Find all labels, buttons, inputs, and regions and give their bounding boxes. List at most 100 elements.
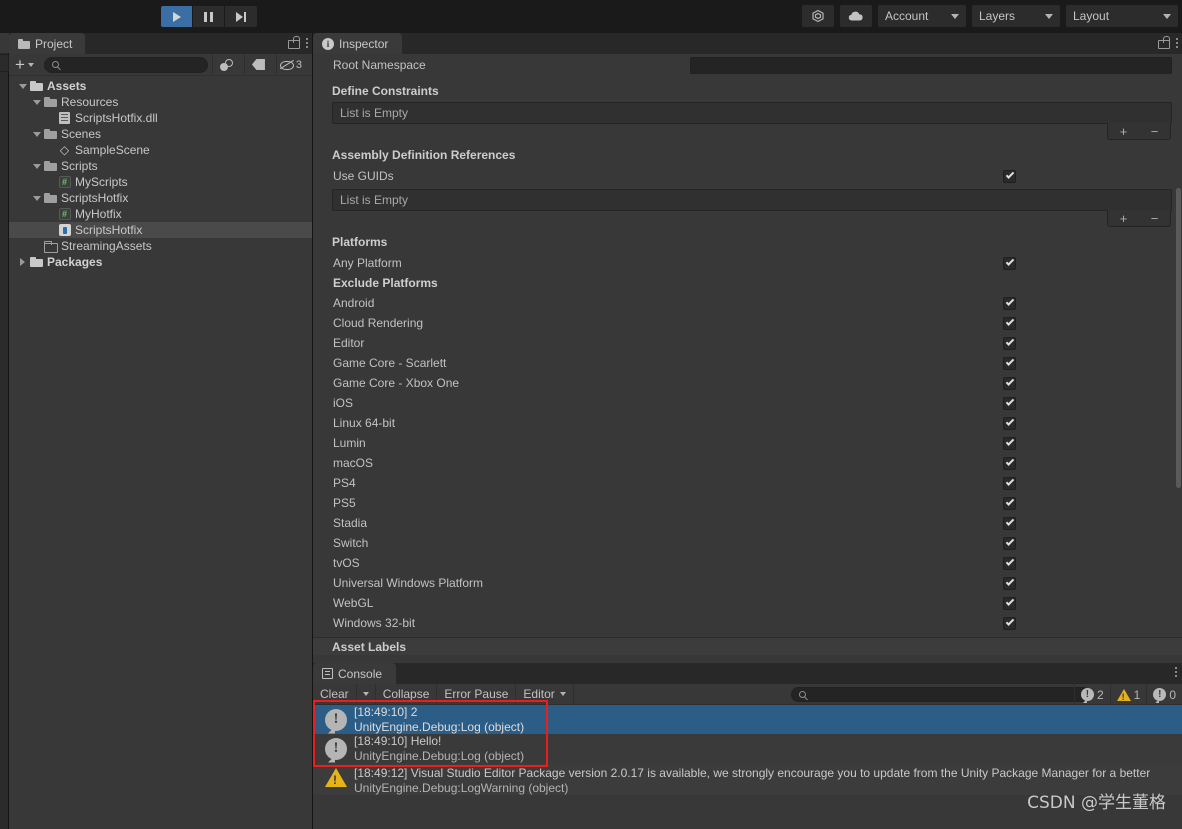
project-tree-item[interactable]: # MyHotfix: [9, 206, 312, 222]
platform-row[interactable]: Universal Windows Platform: [313, 573, 1182, 593]
platform-checkbox[interactable]: [1003, 556, 1016, 570]
error-counter[interactable]: ! 2: [1073, 684, 1110, 705]
filter-by-label-button[interactable]: [243, 54, 272, 75]
twisty[interactable]: [30, 131, 43, 137]
platform-row[interactable]: Windows 32-bit: [313, 613, 1182, 633]
project-tree-item[interactable]: ScriptsHotfix: [9, 222, 312, 238]
inspector-console-divider[interactable]: [313, 655, 1182, 663]
console-log-entry[interactable]: ! [18:49:10] 2 UnityEngine.Debug:Log (obje…: [313, 705, 1182, 734]
project-search-box[interactable]: [43, 56, 208, 73]
any-platform-checkbox[interactable]: [1003, 256, 1016, 270]
remove-define-constraint-button[interactable]: −: [1139, 123, 1170, 139]
add-define-constraint-button[interactable]: +: [1108, 123, 1139, 139]
project-tree-item[interactable]: Scenes: [9, 126, 312, 142]
twisty[interactable]: [30, 195, 43, 201]
platform-checkbox[interactable]: [1003, 316, 1016, 330]
twisty[interactable]: [16, 258, 29, 266]
platform-row[interactable]: PS4: [313, 473, 1182, 493]
collapsed-panel-button[interactable]: [0, 54, 9, 72]
assembly-references-list[interactable]: List is Empty: [332, 189, 1172, 211]
platform-row[interactable]: macOS: [313, 453, 1182, 473]
hidden-packages-button[interactable]: 3: [275, 54, 304, 75]
tab-console[interactable]: Console: [313, 663, 397, 684]
console-log-entry[interactable]: ! [18:49:10] Hello! UnityEngine.Debug:Log …: [313, 734, 1182, 763]
project-tree-item[interactable]: StreamingAssets: [9, 238, 312, 254]
root-namespace-input[interactable]: [690, 56, 1172, 74]
project-tree-item[interactable]: # MyScripts: [9, 174, 312, 190]
define-constraints-list[interactable]: List is Empty: [332, 102, 1172, 124]
project-tree-item[interactable]: ScriptsHotfix.dll: [9, 110, 312, 126]
platform-row[interactable]: WebGL: [313, 593, 1182, 613]
platform-checkbox[interactable]: [1003, 536, 1016, 550]
platform-checkbox[interactable]: [1003, 516, 1016, 530]
platform-checkbox[interactable]: [1003, 336, 1016, 350]
twisty[interactable]: [16, 83, 29, 89]
collab-button[interactable]: [802, 5, 834, 27]
platform-row[interactable]: Lumin: [313, 433, 1182, 453]
layout-dropdown[interactable]: Layout: [1066, 5, 1178, 27]
clear-options-dropdown[interactable]: [357, 683, 376, 705]
any-platform-row[interactable]: Any Platform: [313, 253, 1182, 273]
warning-counter[interactable]: 1: [1109, 684, 1147, 705]
platform-checkbox[interactable]: [1003, 296, 1016, 310]
platform-row[interactable]: Android: [313, 293, 1182, 313]
collapsed-panel-tab[interactable]: [0, 33, 9, 53]
use-guids-row[interactable]: Use GUIDs: [313, 166, 1182, 186]
platform-row[interactable]: iOS: [313, 393, 1182, 413]
project-tree-item[interactable]: ◇ SampleScene: [9, 142, 312, 158]
platform-row[interactable]: Cloud Rendering: [313, 313, 1182, 333]
platform-checkbox[interactable]: [1003, 456, 1016, 470]
project-tree-item[interactable]: Packages: [9, 254, 312, 270]
lock-icon[interactable]: [288, 36, 300, 49]
platform-checkbox[interactable]: [1003, 396, 1016, 410]
pause-button[interactable]: [193, 6, 225, 27]
platform-checkbox[interactable]: [1003, 596, 1016, 610]
platform-row[interactable]: Game Core - Scarlett: [313, 353, 1182, 373]
kebab-menu-icon[interactable]: [306, 37, 308, 48]
platform-checkbox[interactable]: [1003, 436, 1016, 450]
error-pause-toggle[interactable]: Error Pause: [437, 683, 517, 705]
platform-row[interactable]: Game Core - Xbox One: [313, 373, 1182, 393]
use-guids-checkbox[interactable]: [1003, 169, 1016, 183]
platform-row[interactable]: PS5: [313, 493, 1182, 513]
console-search-box[interactable]: [791, 687, 1091, 702]
project-tree-item[interactable]: Scripts: [9, 158, 312, 174]
kebab-menu-icon[interactable]: [1176, 37, 1178, 48]
twisty[interactable]: [30, 163, 43, 169]
platform-row[interactable]: Stadia: [313, 513, 1182, 533]
collapse-toggle[interactable]: Collapse: [376, 683, 438, 705]
platform-checkbox[interactable]: [1003, 376, 1016, 390]
step-button[interactable]: [225, 6, 257, 27]
platform-checkbox[interactable]: [1003, 496, 1016, 510]
lock-icon[interactable]: [1158, 36, 1170, 49]
platform-checkbox[interactable]: [1003, 356, 1016, 370]
project-search-input[interactable]: [62, 58, 200, 71]
collapsed-side-panel[interactable]: [0, 33, 9, 829]
project-tree-item[interactable]: Resources: [9, 94, 312, 110]
platform-checkbox[interactable]: [1003, 576, 1016, 590]
console-search-input[interactable]: [810, 688, 1083, 701]
tab-inspector[interactable]: i Inspector: [313, 33, 403, 54]
add-assembly-reference-button[interactable]: +: [1108, 210, 1139, 226]
platform-checkbox[interactable]: [1003, 616, 1016, 630]
platform-checkbox[interactable]: [1003, 476, 1016, 490]
filter-by-type-button[interactable]: [211, 54, 240, 75]
layers-dropdown[interactable]: Layers: [972, 5, 1060, 27]
remove-assembly-reference-button[interactable]: −: [1139, 210, 1170, 226]
editor-connection-dropdown[interactable]: Editor: [516, 683, 574, 705]
twisty[interactable]: [30, 99, 43, 105]
inspector-scrollbar[interactable]: [1176, 78, 1181, 638]
project-tree-item[interactable]: Assets: [9, 78, 312, 94]
platform-row[interactable]: Switch: [313, 533, 1182, 553]
platform-row[interactable]: Editor: [313, 333, 1182, 353]
play-button[interactable]: [161, 6, 193, 27]
kebab-menu-icon[interactable]: [1175, 667, 1177, 677]
create-asset-button[interactable]: +: [15, 56, 34, 73]
info-counter[interactable]: ! 0: [1146, 684, 1182, 705]
project-tree-item[interactable]: ScriptsHotfix: [9, 190, 312, 206]
platform-row[interactable]: tvOS: [313, 553, 1182, 573]
account-dropdown[interactable]: Account: [878, 5, 966, 27]
clear-button[interactable]: Clear: [313, 683, 357, 705]
cloud-button[interactable]: [840, 5, 872, 27]
tab-project[interactable]: Project: [9, 33, 86, 54]
